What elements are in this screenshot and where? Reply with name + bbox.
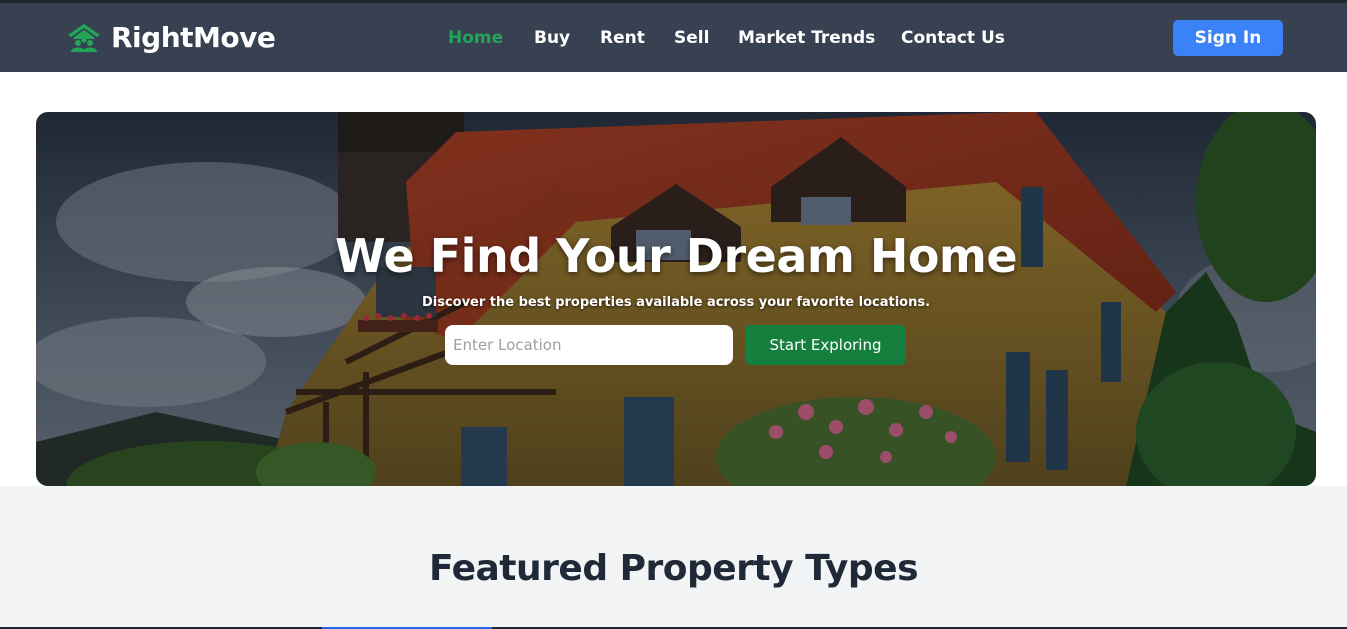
nav-link-market-trends[interactable]: Market Trends — [738, 26, 875, 50]
hero-content: We Find Your Dream Home Discover the bes… — [36, 112, 1316, 486]
nav-link-home[interactable]: Home — [448, 26, 503, 50]
hero-subtitle: Discover the best properties available a… — [421, 295, 931, 310]
house-group-icon — [68, 24, 100, 52]
featured-section-title: Featured Property Types — [428, 548, 919, 589]
start-exploring-button[interactable]: Start Exploring — [745, 325, 906, 365]
hero-title: We Find Your Dream Home — [334, 229, 1018, 283]
navbar: RightMove Home Buy Rent Sell Market Tren… — [0, 3, 1347, 72]
featured-property-types-section: Featured Property Types — [0, 486, 1347, 627]
sign-in-button[interactable]: Sign In — [1173, 20, 1283, 56]
nav-link-buy[interactable]: Buy — [534, 26, 570, 50]
nav-link-sell[interactable]: Sell — [674, 26, 709, 50]
nav-link-contact-us[interactable]: Contact Us — [901, 26, 1005, 50]
nav-link-rent[interactable]: Rent — [600, 26, 645, 50]
brand-name: RightMove — [111, 21, 276, 54]
hero-banner: We Find Your Dream Home Discover the bes… — [36, 112, 1316, 486]
location-search-input[interactable] — [445, 325, 733, 365]
brand-logo[interactable]: RightMove — [67, 21, 276, 55]
